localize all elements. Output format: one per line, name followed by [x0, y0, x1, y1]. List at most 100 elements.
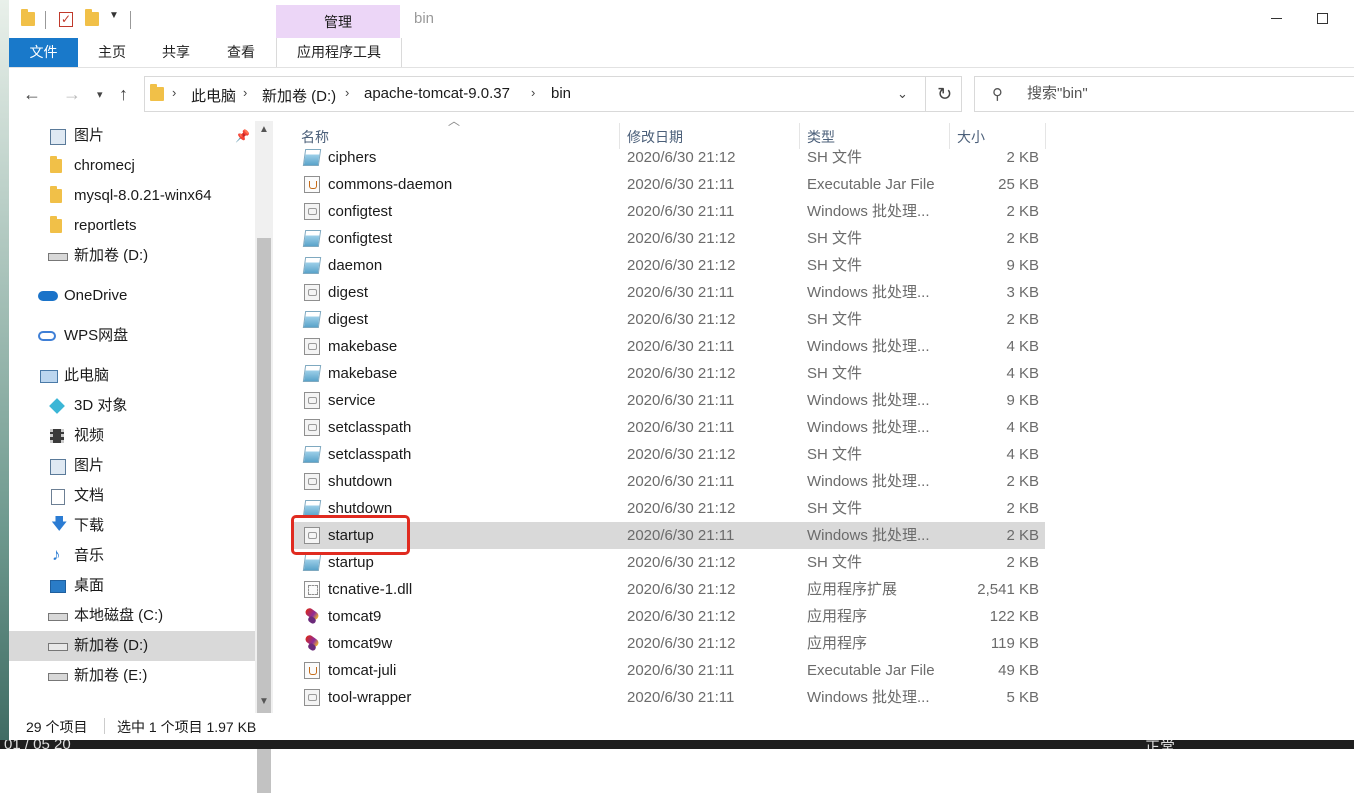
- desktop-background: [0, 0, 9, 749]
- file-type: Windows 批处理...: [807, 527, 930, 544]
- file-row[interactable]: makebase 2020/6/30 21:11 Windows 批处理... 4 K…: [293, 333, 1045, 360]
- nav-item-drive-d-quick[interactable]: 新加卷 (D:): [9, 241, 255, 271]
- file-size: 9 KB: [1006, 392, 1039, 409]
- minimize-button[interactable]: [1254, 0, 1300, 38]
- nav-item-drive-c[interactable]: 本地磁盘 (C:): [9, 601, 255, 631]
- nav-item-videos[interactable]: 视频: [9, 421, 255, 451]
- file-size: 25 KB: [998, 176, 1039, 193]
- breadcrumb-chevron-icon[interactable]: ›: [243, 85, 247, 100]
- file-name: digest: [328, 311, 369, 328]
- maximize-button[interactable]: [1300, 0, 1346, 38]
- drive-icon: [48, 673, 68, 681]
- up-arrow-icon[interactable]: ↑: [119, 84, 128, 105]
- scroll-up-chevron-icon[interactable]: ▲: [259, 124, 269, 135]
- file-row[interactable]: setclasspath 2020/6/30 21:12 SH 文件 4 KB: [293, 441, 1045, 468]
- file-row[interactable]: digest 2020/6/30 21:11 Windows 批处理... 3 KB: [293, 279, 1045, 306]
- file-row[interactable]: configtest 2020/6/30 21:11 Windows 批处理... 2…: [293, 198, 1045, 225]
- file-row[interactable]: tcnative-1.dll 2020/6/30 21:12 应用程序扩展 2,541…: [293, 576, 1045, 603]
- search-box[interactable]: ⚲: [974, 76, 1354, 112]
- file-row[interactable]: configtest 2020/6/30 21:12 SH 文件 2 KB: [293, 225, 1045, 252]
- breadcrumb-bin[interactable]: bin: [551, 85, 571, 102]
- file-type: 应用程序扩展: [807, 581, 898, 598]
- column-divider[interactable]: [949, 123, 950, 149]
- file-row[interactable]: setclasspath 2020/6/30 21:11 Windows 批处理..…: [293, 414, 1045, 441]
- quick-access-dropdown-icon[interactable]: ▼: [109, 10, 119, 21]
- nav-item-documents[interactable]: 文档: [9, 481, 255, 511]
- navigation-scrollbar[interactable]: ▲ ▼: [255, 121, 273, 793]
- nav-item-music[interactable]: ♪ 音乐: [9, 541, 255, 571]
- column-name[interactable]: 名称: [301, 121, 329, 151]
- breadcrumb-chevron-icon[interactable]: ›: [531, 85, 535, 100]
- file-date-modified: 2020/6/30 21:12: [627, 635, 736, 652]
- breadcrumb-chevron-icon[interactable]: ›: [172, 85, 176, 100]
- breadcrumb-drive-d[interactable]: 新加卷 (D:): [262, 85, 336, 106]
- sh-file-icon: [302, 554, 322, 571]
- file-date-modified: 2020/6/30 21:11: [627, 473, 735, 490]
- tab-share[interactable]: 共享: [146, 38, 206, 67]
- file-row[interactable]: daemon 2020/6/30 21:12 SH 文件 9 KB: [293, 252, 1045, 279]
- tab-file[interactable]: 文件: [9, 38, 78, 67]
- nav-item-downloads[interactable]: 🡇 下载: [9, 511, 255, 541]
- nav-item-drive-d[interactable]: 新加卷 (D:): [9, 631, 255, 661]
- selection-info: 选中 1 个项目 1.97 KB: [117, 719, 257, 735]
- breadcrumb-chevron-icon[interactable]: ›: [345, 85, 349, 100]
- column-type[interactable]: 类型: [807, 121, 835, 151]
- nav-item-onedrive[interactable]: OneDrive: [9, 281, 255, 311]
- nav-item-this-pc[interactable]: 此电脑: [9, 361, 255, 391]
- nav-item-pictures-quick[interactable]: 图片 📌: [9, 121, 255, 151]
- scrollbar-thumb[interactable]: [257, 238, 271, 793]
- address-bar[interactable]: › 此电脑 › 新加卷 (D:) › apache-tomcat-9.0.37 …: [144, 76, 962, 112]
- file-row[interactable]: digest 2020/6/30 21:12 SH 文件 2 KB: [293, 306, 1045, 333]
- refresh-icon[interactable]: ↻: [925, 76, 963, 112]
- nav-item-wps-cloud[interactable]: WPS网盘: [9, 321, 255, 351]
- sh-file-icon: [302, 446, 322, 463]
- column-divider[interactable]: [619, 123, 620, 149]
- onedrive-icon: [38, 291, 58, 301]
- recent-locations-chevron-icon[interactable]: ▾: [97, 88, 103, 101]
- drive-icon: [48, 253, 68, 261]
- tab-view[interactable]: 查看: [210, 38, 272, 67]
- file-row[interactable]: tool-wrapper 2020/6/30 21:11 Windows 批处理..…: [293, 684, 1045, 711]
- column-divider[interactable]: [799, 123, 800, 149]
- search-input[interactable]: [1025, 84, 1329, 103]
- file-row[interactable]: tomcat9w 2020/6/30 21:12 应用程序 119 KB: [293, 630, 1045, 657]
- file-date-modified: 2020/6/30 21:12: [627, 257, 736, 274]
- nav-item-3d-objects[interactable]: 3D 对象: [9, 391, 255, 421]
- taskbar: 01 / 05 20 正常: [0, 740, 1354, 749]
- file-row[interactable]: tomcat9 2020/6/30 21:12 应用程序 122 KB: [293, 603, 1045, 630]
- column-date-modified[interactable]: 修改日期: [627, 121, 683, 151]
- forward-arrow-icon[interactable]: →: [63, 84, 81, 105]
- breadcrumb-tomcat[interactable]: apache-tomcat-9.0.37: [364, 85, 510, 102]
- pictures-icon: [50, 459, 66, 475]
- file-size: 119 KB: [990, 635, 1039, 652]
- properties-icon[interactable]: ✓: [59, 12, 73, 27]
- file-size: 2 KB: [1006, 473, 1039, 490]
- file-row[interactable]: service 2020/6/30 21:11 Windows 批处理... 9 KB: [293, 387, 1045, 414]
- column-divider[interactable]: [1045, 123, 1046, 149]
- file-type: Windows 批处理...: [807, 392, 930, 409]
- window-title: bin: [414, 10, 435, 27]
- pin-icon[interactable]: 📌: [235, 121, 250, 151]
- nav-item-reportlets[interactable]: reportlets: [9, 211, 255, 241]
- tab-home[interactable]: 主页: [82, 38, 142, 67]
- nav-item-desktop[interactable]: 桌面: [9, 571, 255, 601]
- nav-item-pictures[interactable]: 图片: [9, 451, 255, 481]
- file-row[interactable]: ciphers 2020/6/30 21:12 SH 文件 2 KB: [293, 148, 1045, 171]
- address-dropdown-icon[interactable]: ⌄: [897, 86, 908, 102]
- file-row[interactable]: shutdown 2020/6/30 21:11 Windows 批处理... 2 K…: [293, 468, 1045, 495]
- file-date-modified: 2020/6/30 21:12: [627, 446, 736, 463]
- nav-item-mysql[interactable]: mysql-8.0.21-winx64: [9, 181, 255, 211]
- sort-ascending-icon: ︿: [448, 114, 461, 128]
- column-size[interactable]: 大小: [957, 121, 985, 151]
- file-row[interactable]: tomcat-juli 2020/6/30 21:11 Executable Jar…: [293, 657, 1045, 684]
- nav-item-drive-e[interactable]: 新加卷 (E:): [9, 661, 255, 691]
- manage-tab[interactable]: 管理: [276, 5, 400, 38]
- breadcrumb-this-pc[interactable]: 此电脑: [191, 85, 236, 106]
- scroll-down-chevron-icon[interactable]: ▼: [259, 696, 269, 707]
- file-row[interactable]: makebase 2020/6/30 21:12 SH 文件 4 KB: [293, 360, 1045, 387]
- file-row[interactable]: commons-daemon 2020/6/30 21:11 Executable …: [293, 171, 1045, 198]
- tab-application-tools[interactable]: 应用程序工具: [276, 38, 402, 67]
- back-arrow-icon[interactable]: ←: [23, 84, 41, 105]
- nav-item-chromecj[interactable]: chromecj: [9, 151, 255, 181]
- new-folder-icon[interactable]: [85, 9, 99, 26]
